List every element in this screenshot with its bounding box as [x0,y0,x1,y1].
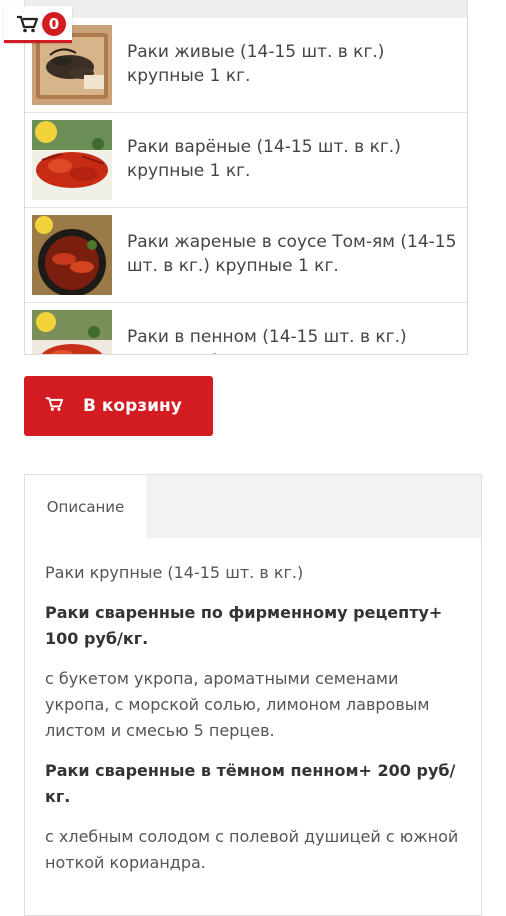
list-header-bar [25,0,467,18]
add-to-cart-label: В корзину [83,396,182,416]
cart-count-badge: 0 [42,12,66,36]
product-thumbnail-beer-crayfish [32,310,112,354]
cart-widget[interactable]: 0 [4,6,72,43]
option1-title: Раки сваренные по фирменному рецепту+ 10… [45,603,443,648]
tab-strip: Описание [25,475,481,539]
product-thumbnail-fried-crayfish [32,215,112,295]
list-item[interactable]: Раки живые (14-15 шт. в кг.) крупные 1 к… [25,18,467,113]
description-body: Раки крупные (14-15 шт. в кг.) Раки свар… [25,538,481,876]
product-title[interactable]: Раки в пенном (14-15 шт. в кг.) крупные … [127,325,457,354]
description-panel: Описание Раки крупные (14-15 шт. в кг.) … [24,474,482,916]
cart-icon [45,396,64,416]
product-title[interactable]: Раки варёные (14-15 шт. в кг.) крупные 1… [127,135,457,183]
cart-icon [16,15,39,37]
option1-text: с букетом укропа, ароматными семенами ук… [45,669,430,740]
tab-description[interactable]: Описание [25,475,146,539]
add-to-cart-button[interactable]: В корзину [24,376,213,436]
product-list: Раки живые (14-15 шт. в кг.) крупные 1 к… [24,0,468,355]
option2-title: Раки сваренные в тёмном пенном+ 200 руб/… [45,761,456,806]
list-item[interactable]: Раки в пенном (14-15 шт. в кг.) крупные … [25,303,467,354]
product-title[interactable]: Раки живые (14-15 шт. в кг.) крупные 1 к… [127,40,457,88]
list-item[interactable]: Раки варёные (14-15 шт. в кг.) крупные 1… [25,113,467,208]
product-title[interactable]: Раки жареные в соусе Том-ям (14-15 шт. в… [127,230,457,278]
product-thumbnail-boiled-crayfish [32,120,112,200]
list-item[interactable]: Раки жареные в соусе Том-ям (14-15 шт. в… [25,208,467,303]
description-subtitle: Раки крупные (14-15 шт. в кг.) [45,563,304,582]
option2-text: с хлебным солодом с полевой душицей с юж… [45,827,459,872]
